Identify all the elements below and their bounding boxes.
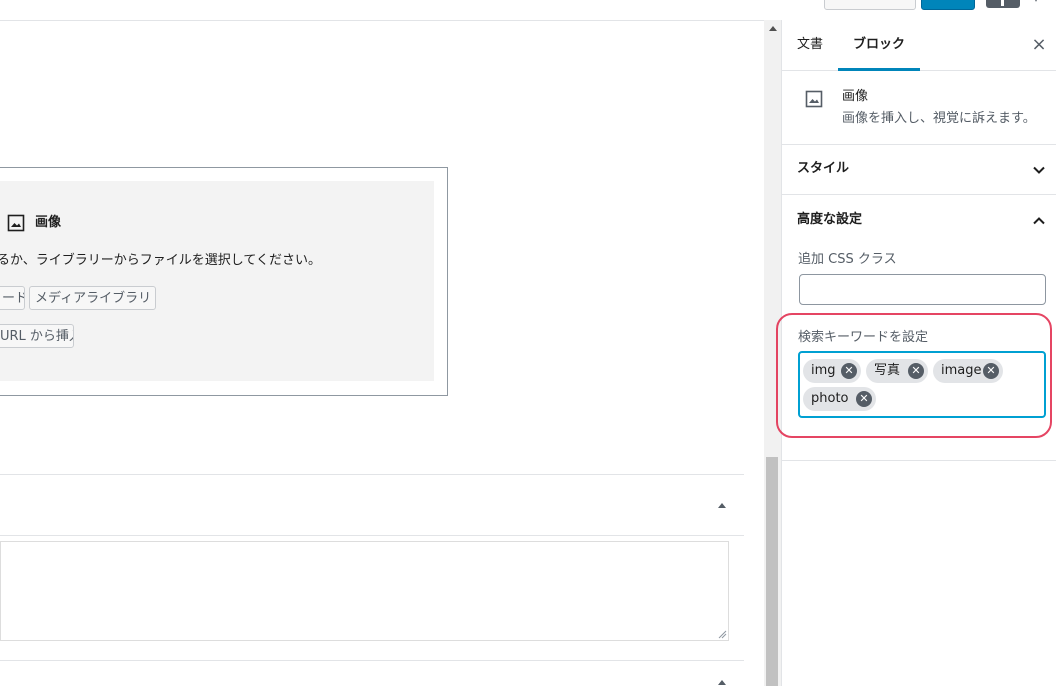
settings-sidebar: 文書 ブロック × 画像 画像を挿入し、視覚に訴えます。 スタイル 高度な設定 …	[776, 20, 1056, 686]
resize-handle-icon[interactable]	[718, 630, 727, 639]
meta-box-textarea[interactable]	[0, 541, 729, 641]
css-class-label: 追加 CSS クラス	[798, 252, 897, 267]
keyword-token-label: img	[811, 363, 836, 378]
tab-block[interactable]: ブロック	[838, 20, 920, 71]
close-icon[interactable]: ×	[1031, 36, 1047, 54]
tab-document[interactable]: 文書	[797, 20, 823, 70]
style-panel[interactable]: スタイル	[782, 144, 1056, 195]
placeholder-instructions: るか、ライブラリーからファイルを選択してください。	[0, 253, 321, 268]
media-library-button[interactable]: メディアライブラリ	[29, 286, 156, 310]
remove-token-icon[interactable]: ✕	[856, 391, 872, 407]
keyword-token-label: photo	[811, 391, 849, 406]
keyword-token: img ✕	[803, 359, 861, 383]
block-card-description: 画像を挿入し、視覚に訴えます。	[842, 111, 1036, 126]
keyword-token: photo ✕	[803, 387, 876, 411]
image-block-icon	[805, 90, 823, 108]
meta-box-header[interactable]	[0, 474, 744, 536]
insert-from-url-button[interactable]: URL から挿入	[0, 324, 74, 348]
search-keywords-field[interactable]: img ✕ 写真 ✕ image ✕ photo ✕	[798, 351, 1046, 418]
search-keywords-label: 検索キーワードを設定	[798, 330, 929, 345]
scroll-up-arrow-icon[interactable]	[769, 26, 777, 31]
scrollbar-thumb[interactable]	[766, 457, 778, 686]
collapse-arrow-icon-2[interactable]	[718, 680, 726, 685]
keyword-token-label: image	[941, 363, 982, 378]
upload-button[interactable]: ード	[0, 286, 25, 310]
remove-token-icon[interactable]: ✕	[908, 363, 924, 379]
block-card-title: 画像	[842, 89, 869, 104]
image-block-placeholder[interactable]: 画像 るか、ライブラリーからファイルを選択してください。 ード メディアライブラ…	[0, 167, 448, 396]
advanced-panel-title[interactable]: 高度な設定	[797, 211, 862, 229]
remove-token-icon[interactable]: ✕	[983, 363, 999, 379]
editor-top-bar	[0, 0, 781, 21]
chevron-down-icon[interactable]	[1032, 163, 1046, 177]
advanced-panel: 高度な設定 追加 CSS クラス 検索キーワードを設定 img ✕ 写真 ✕ i…	[776, 195, 1056, 461]
editor-canvas: 画像 るか、ライブラリーからファイルを選択してください。 ード メディアライブラ…	[0, 21, 764, 691]
image-placeholder-body: 画像 るか、ライブラリーからファイルを選択してください。 ード メディアライブラ…	[0, 181, 434, 381]
remove-token-icon[interactable]: ✕	[841, 363, 857, 379]
sidebar-tabs: 文書 ブロック ×	[782, 20, 1056, 71]
keyword-token-label: 写真	[874, 363, 901, 378]
more-menu-icon[interactable]: ▾	[1030, 0, 1042, 6]
image-icon	[7, 214, 25, 232]
style-panel-title[interactable]: スタイル	[797, 160, 849, 178]
keyword-token: image ✕	[933, 359, 1003, 383]
settings-toggle-button[interactable]	[986, 0, 1020, 8]
block-card: 画像 画像を挿入し、視覚に訴えます。	[782, 71, 1056, 145]
chevron-up-icon[interactable]	[1032, 214, 1046, 228]
meta-box-header-2[interactable]	[0, 660, 744, 691]
css-class-input[interactable]	[799, 274, 1046, 305]
publish-button[interactable]	[921, 0, 975, 10]
preview-button[interactable]	[824, 0, 916, 10]
collapse-arrow-icon[interactable]	[718, 503, 726, 508]
keyword-token: 写真 ✕	[866, 359, 928, 383]
placeholder-title: 画像	[35, 215, 62, 230]
